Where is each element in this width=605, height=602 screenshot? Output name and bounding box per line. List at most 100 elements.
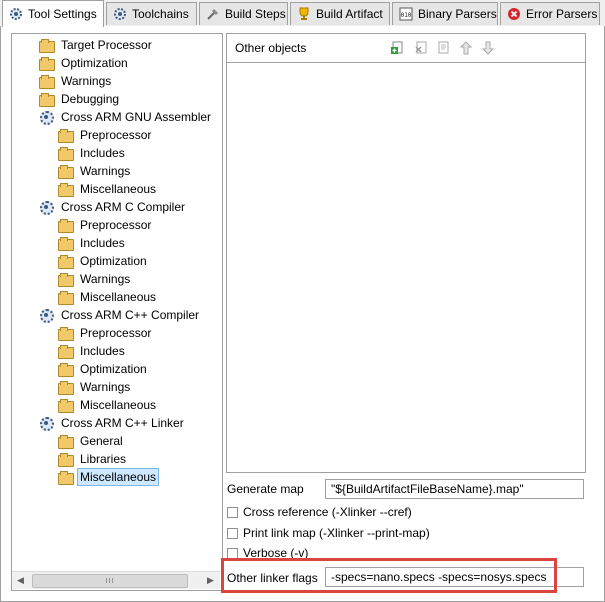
toolchain-icon [113,7,127,21]
tab-build-steps[interactable]: Build Steps [199,2,288,25]
tree-item-optimization[interactable]: Optimization [57,360,150,377]
tree-item-label: Optimization [80,361,147,376]
tree-item-miscellaneous[interactable]: Miscellaneous [57,288,159,305]
tree-item-cross-arm-c-linker[interactable]: Cross ARM C++ Linker [38,414,187,431]
move-down-icon[interactable] [481,41,495,55]
tree-item-includes[interactable]: Includes [57,342,128,359]
folder-icon [57,128,74,143]
tree-item-label: Miscellaneous [80,181,157,196]
highlight-box [221,558,557,593]
tree-item-miscellaneous[interactable]: Miscellaneous [57,467,160,486]
tree-item-label: Cross ARM C Compiler [61,199,186,214]
scroll-thumb[interactable]: III [32,574,188,588]
tree-item-label: General [80,433,123,448]
tree-item-preprocessor[interactable]: Preprocessor [57,216,154,233]
tab-label: Error Parsers [526,7,598,21]
tree-item-label: Optimization [80,253,147,268]
tab-binary-parsers[interactable]: 010 Binary Parsers [392,2,498,25]
tree-item-label: Target Processor [61,37,152,52]
add-icon[interactable] [390,41,404,55]
tree-item-optimization[interactable]: Optimization [57,252,150,269]
tree-item-warnings[interactable]: Warnings [38,72,114,89]
tree-item-includes[interactable]: Includes [57,144,128,161]
tree-item-preprocessor[interactable]: Preprocessor [57,126,154,143]
folder-icon [38,56,55,71]
error-icon [507,7,521,21]
tab-build-artifact[interactable]: Build Artifact [290,2,390,25]
tree-item-general[interactable]: General [57,432,126,449]
tree-item-label: Warnings [80,163,131,178]
tab-label: Toolchains [132,7,189,21]
tab-toolchains[interactable]: Toolchains [106,2,197,25]
tree-horizontal-scrollbar[interactable]: ◀ III ▶ [12,571,220,589]
tree-item-warnings[interactable]: Warnings [57,378,133,395]
tree-item-cross-arm-gnu-assembler[interactable]: Cross ARM GNU Assembler [38,108,214,125]
folder-icon [57,362,74,377]
tree-item-target-processor[interactable]: Target Processor [38,36,155,53]
checkbox-label: Print link map (-Xlinker --print-map) [243,526,430,540]
folder-icon [57,254,74,269]
scroll-left-icon[interactable]: ◀ [12,572,29,589]
tree-item-includes[interactable]: Includes [57,234,128,251]
tab-label: Build Artifact [316,7,383,21]
tab-label: Tool Settings [28,7,97,21]
tree-item-optimization[interactable]: Optimization [38,54,131,71]
folder-icon [57,470,74,485]
tree-item-warnings[interactable]: Warnings [57,270,133,287]
other-objects-title: Other objects [235,41,307,55]
build-steps-icon [206,7,220,21]
tree-item-label: Includes [80,343,125,358]
tree-item-libraries[interactable]: Libraries [57,450,129,467]
tree-item-label: Cross ARM GNU Assembler [61,109,212,124]
folder-icon [57,218,74,233]
scroll-right-icon[interactable]: ▶ [202,572,219,589]
settings-tree[interactable]: Target Processor Optimization Warnings Debu… [11,33,223,591]
checkbox-box[interactable] [227,527,238,539]
tree-item-label: Cross ARM C++ Linker [61,415,184,430]
tree-item-miscellaneous[interactable]: Miscellaneous [57,180,159,197]
tree-item-preprocessor[interactable]: Preprocessor [57,324,154,341]
tree-item-label: Cross ARM C++ Compiler [61,307,200,322]
tree-item-label: Miscellaneous [77,467,160,486]
tree-item-label: Miscellaneous [80,397,157,412]
gear-icon [9,7,23,21]
tree-item-label: Preprocessor [80,325,152,340]
generate-map-label: Generate map [227,482,304,496]
tree-item-label: Preprocessor [80,127,152,142]
generate-map-input[interactable] [325,479,584,499]
folder-icon [38,74,55,89]
tab-tool-settings[interactable]: Tool Settings [2,0,104,27]
folder-icon [57,452,74,467]
folder-icon [57,146,74,161]
tree-item-miscellaneous[interactable]: Miscellaneous [57,396,159,413]
tool-icon [38,307,54,323]
edit-icon[interactable] [437,41,451,55]
trophy-icon [297,7,311,21]
cross-reference-checkbox[interactable]: Cross reference (-Xlinker --cref) [227,505,412,519]
tree-item-label: Preprocessor [80,217,152,232]
tree-item-cross-arm-c-compiler[interactable]: Cross ARM C++ Compiler [38,306,202,323]
folder-icon [38,38,55,53]
tree-item-label: Warnings [61,73,112,88]
folder-icon [57,344,74,359]
tab-label: Binary Parsers [418,7,497,21]
delete-icon[interactable] [414,41,428,55]
checkbox-box[interactable] [227,547,238,559]
tree-item-debugging[interactable]: Debugging [38,90,122,107]
tool-icon [38,199,54,215]
other-objects-list[interactable]: Other objects [226,33,586,473]
checkbox-label: Cross reference (-Xlinker --cref) [243,505,412,519]
tree-item-warnings[interactable]: Warnings [57,162,133,179]
folder-icon [57,290,74,305]
tree-item-label: Libraries [80,451,127,466]
folder-icon [57,164,74,179]
folder-icon [57,380,74,395]
other-objects-header: Other objects [227,34,585,63]
tree-item-label: Miscellaneous [80,289,157,304]
folder-icon [57,272,74,287]
print-link-map-checkbox[interactable]: Print link map (-Xlinker --print-map) [227,526,430,540]
tab-error-parsers[interactable]: Error Parsers [500,2,600,25]
checkbox-box[interactable] [227,506,238,518]
move-up-icon[interactable] [459,41,473,55]
tree-item-cross-arm-c-compiler[interactable]: Cross ARM C Compiler [38,198,188,215]
